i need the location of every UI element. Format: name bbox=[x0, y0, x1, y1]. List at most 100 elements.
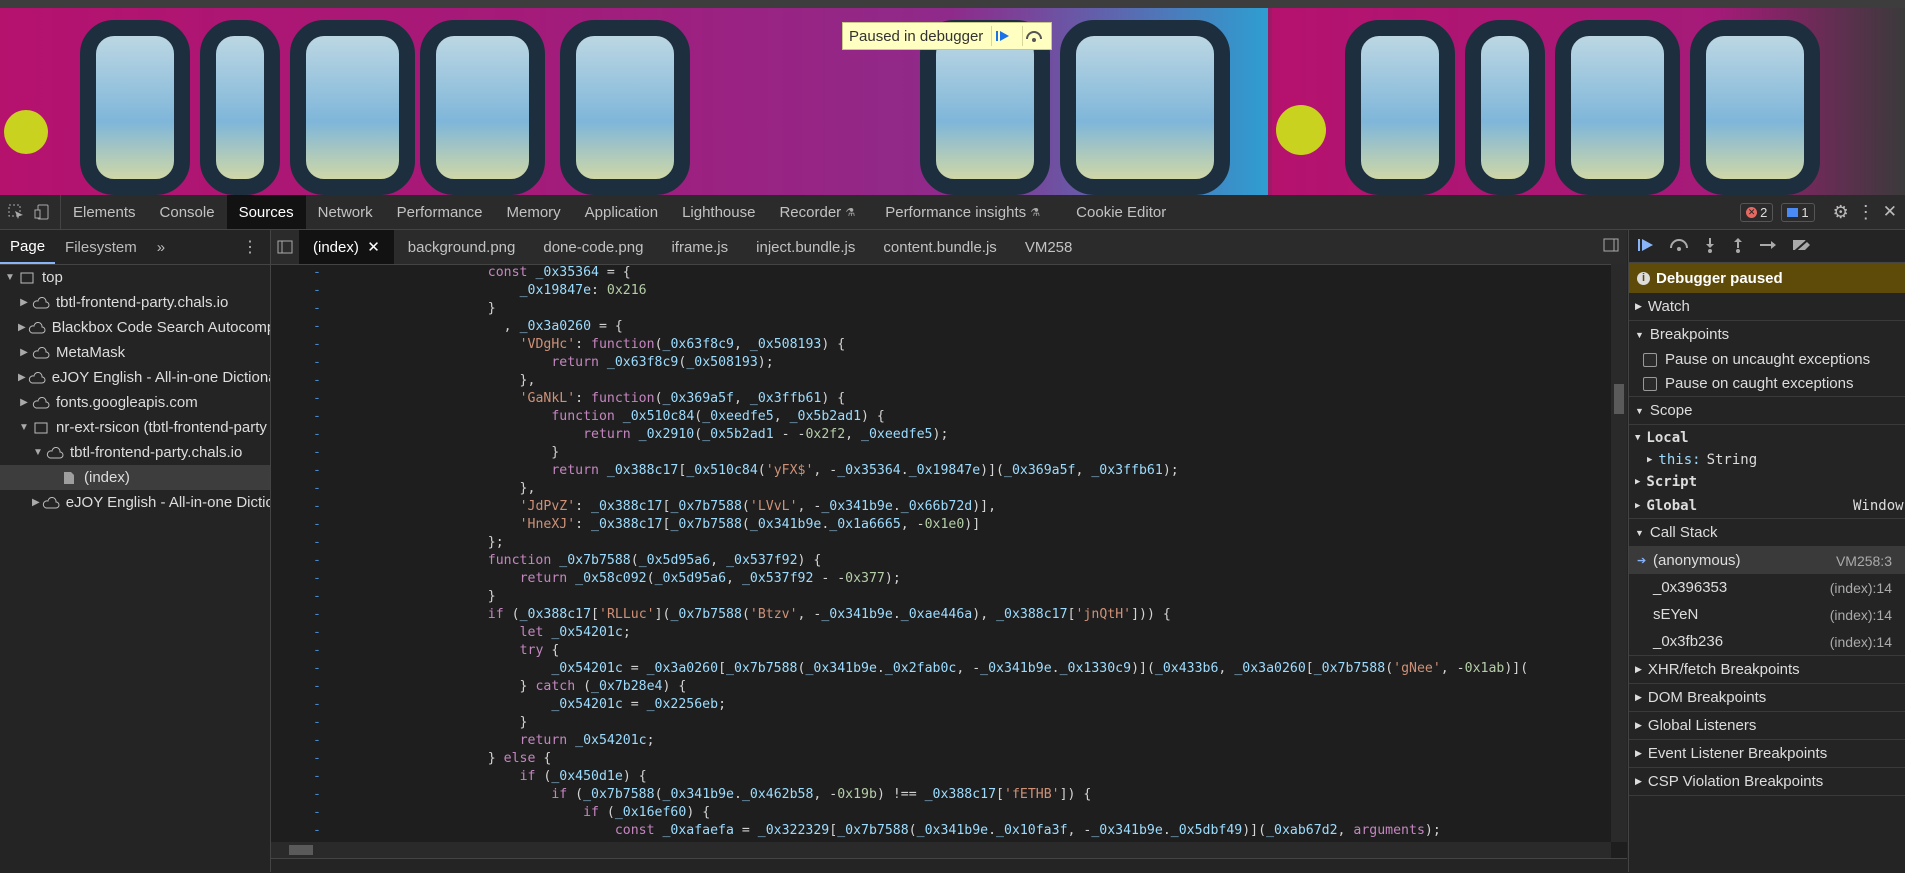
device-toolbar-icon[interactable] bbox=[28, 195, 61, 229]
line-gutter[interactable]: - bbox=[271, 462, 325, 480]
tree-item[interactable]: ▶ eJOY English - All-in-one Dictic bbox=[0, 490, 270, 515]
editor-tab-vm258[interactable]: VM258 bbox=[1011, 230, 1087, 264]
call-stack-section[interactable]: ▼ Call Stack bbox=[1629, 519, 1905, 547]
pause-uncaught-checkbox[interactable] bbox=[1643, 352, 1657, 367]
resume-icon[interactable] bbox=[1637, 237, 1655, 256]
code-line[interactable]: - return _0x54201c; bbox=[271, 732, 1611, 750]
close-tab-icon[interactable]: ✕ bbox=[367, 238, 380, 256]
line-gutter[interactable]: - bbox=[271, 822, 325, 840]
pause-uncaught-row[interactable]: Pause on uncaught exceptions bbox=[1629, 348, 1905, 371]
code-line[interactable]: - function _0x7b7588(_0x5d95a6, _0x537f9… bbox=[271, 552, 1611, 570]
more-options-icon[interactable]: ⋮ bbox=[1857, 202, 1875, 223]
messages-badge[interactable]: 1 bbox=[1781, 202, 1815, 222]
vertical-scrollbar[interactable] bbox=[1611, 264, 1627, 842]
code-line[interactable]: - } bbox=[271, 444, 1611, 462]
tab-recorder[interactable]: Recorder ⚗ bbox=[767, 195, 867, 229]
toggle-navigator-icon[interactable] bbox=[271, 240, 299, 254]
deactivate-breakpoints-icon[interactable] bbox=[1791, 236, 1813, 256]
line-gutter[interactable]: - bbox=[271, 498, 325, 516]
scrollbar-thumb[interactable] bbox=[289, 845, 313, 855]
code-line[interactable]: - return _0x388c17[_0x510c84('yFX$', -_0… bbox=[271, 462, 1611, 480]
horizontal-scrollbar[interactable] bbox=[271, 842, 1611, 858]
step-into-icon[interactable] bbox=[1703, 237, 1717, 256]
line-gutter[interactable]: - bbox=[271, 696, 325, 714]
code-line[interactable]: - _0x54201c = _0x2256eb; bbox=[271, 696, 1611, 714]
scope-script[interactable]: ▶ Script bbox=[1629, 471, 1905, 493]
line-gutter[interactable]: - bbox=[271, 264, 325, 282]
line-gutter[interactable]: - bbox=[271, 606, 325, 624]
editor-tab-content-bundle-js[interactable]: content.bundle.js bbox=[869, 230, 1010, 264]
code-line[interactable]: - function _0x510c84(_0xeedfe5, _0x5b2ad… bbox=[271, 408, 1611, 426]
line-gutter[interactable]: - bbox=[271, 300, 325, 318]
code-line[interactable]: - }; bbox=[271, 534, 1611, 552]
global-listeners-section[interactable]: ▶ Global Listeners bbox=[1629, 712, 1905, 740]
more-tabs-icon[interactable]: » bbox=[147, 230, 175, 264]
code-line[interactable]: - 'HneXJ': _0x388c17[_0x7b7588(_0x341b9e… bbox=[271, 516, 1611, 534]
code-line[interactable]: - const _0xafaefa = _0x322329[_0x7b7588(… bbox=[271, 822, 1611, 840]
scope-section[interactable]: ▼ Scope bbox=[1629, 397, 1905, 425]
code-line[interactable]: - , _0x3a0260 = { bbox=[271, 318, 1611, 336]
line-gutter[interactable]: - bbox=[271, 678, 325, 696]
tree-item[interactable]: ▼ tbtl-frontend-party.chals.io bbox=[0, 440, 270, 465]
pause-caught-checkbox[interactable] bbox=[1643, 376, 1657, 391]
code-line[interactable]: - }, bbox=[271, 372, 1611, 390]
step-over-button[interactable] bbox=[1022, 26, 1045, 46]
step-icon[interactable] bbox=[1759, 237, 1777, 256]
code-line[interactable]: - } catch (_0x7b28e4) { bbox=[271, 678, 1611, 696]
tree-item[interactable]: ▶ MetaMask bbox=[0, 340, 270, 365]
code-line[interactable]: - _0x54201c = _0x3a0260[_0x7b7588(_0x341… bbox=[271, 660, 1611, 678]
code-line[interactable]: - if (_0x16ef60) { bbox=[271, 804, 1611, 822]
call-frame[interactable]: sEYeN (index):14 bbox=[1629, 601, 1905, 628]
step-over-icon[interactable] bbox=[1669, 237, 1689, 256]
call-frame[interactable]: _0x3fb236 (index):14 bbox=[1629, 628, 1905, 655]
line-gutter[interactable]: - bbox=[271, 282, 325, 300]
code-line[interactable]: - return _0x58c092(_0x5d95a6, _0x537f92 … bbox=[271, 570, 1611, 588]
line-gutter[interactable]: - bbox=[271, 588, 325, 606]
tab-application[interactable]: Application bbox=[573, 195, 670, 229]
line-gutter[interactable]: - bbox=[271, 534, 325, 552]
editor-tab-done-code-png[interactable]: done-code.png bbox=[529, 230, 657, 264]
code-line[interactable]: - } else { bbox=[271, 750, 1611, 768]
resume-button[interactable] bbox=[991, 26, 1014, 46]
line-gutter[interactable]: - bbox=[271, 750, 325, 768]
editor-tab-index[interactable]: (index) ✕ bbox=[299, 230, 394, 264]
editor-tab-background-png[interactable]: background.png bbox=[394, 230, 530, 264]
tab-sources[interactable]: Sources bbox=[226, 195, 306, 229]
tab-network[interactable]: Network bbox=[306, 195, 385, 229]
code-line[interactable]: - } bbox=[271, 714, 1611, 732]
line-gutter[interactable]: - bbox=[271, 786, 325, 804]
tree-item[interactable]: ▶ eJOY English - All-in-one Dictiona bbox=[0, 365, 270, 390]
dom-breakpoints-section[interactable]: ▶ DOM Breakpoints bbox=[1629, 684, 1905, 712]
call-frame[interactable]: ➔ (anonymous) VM258:3 bbox=[1629, 547, 1905, 574]
tree-item[interactable]: ▶ Blackbox Code Search Autocomp bbox=[0, 315, 270, 340]
code-line[interactable]: - 'JdPvZ': _0x388c17[_0x7b7588('LVvL', -… bbox=[271, 498, 1611, 516]
step-out-icon[interactable] bbox=[1731, 237, 1745, 256]
code-line[interactable]: - return _0x63f8c9(_0x508193); bbox=[271, 354, 1611, 372]
line-gutter[interactable]: - bbox=[271, 354, 325, 372]
line-gutter[interactable]: - bbox=[271, 444, 325, 462]
errors-badge[interactable]: ✕ 2 bbox=[1740, 202, 1774, 222]
tab-memory[interactable]: Memory bbox=[495, 195, 573, 229]
code-line[interactable]: - }, bbox=[271, 480, 1611, 498]
event-listener-breakpoints-section[interactable]: ▶ Event Listener Breakpoints bbox=[1629, 740, 1905, 768]
tab-lighthouse[interactable]: Lighthouse bbox=[670, 195, 767, 229]
code-line[interactable]: - const _0x35364 = { bbox=[271, 264, 1611, 282]
code-line[interactable]: - if (_0x7b7588(_0x341b9e._0x462b58, -0x… bbox=[271, 786, 1611, 804]
code-line[interactable]: - let _0x54201c; bbox=[271, 624, 1611, 642]
tree-item[interactable]: ▼ nr-ext-rsicon (tbtl-frontend-party bbox=[0, 415, 270, 440]
tab-console[interactable]: Console bbox=[148, 195, 227, 229]
tree-item[interactable]: ▶ tbtl-frontend-party.chals.io bbox=[0, 290, 270, 315]
line-gutter[interactable]: - bbox=[271, 552, 325, 570]
code-line[interactable]: - 'VDgHc': function(_0x63f8c9, _0x508193… bbox=[271, 336, 1611, 354]
scrollbar-thumb[interactable] bbox=[1614, 384, 1624, 414]
line-gutter[interactable]: - bbox=[271, 732, 325, 750]
csp-violation-breakpoints-section[interactable]: ▶ CSP Violation Breakpoints bbox=[1629, 768, 1905, 796]
tree-item[interactable]: ▶ fonts.googleapis.com bbox=[0, 390, 270, 415]
navigator-menu-icon[interactable]: ⋮ bbox=[242, 237, 258, 257]
code-line[interactable]: - 'GaNkL': function(_0x369a5f, _0x3ffb61… bbox=[271, 390, 1611, 408]
tab-page[interactable]: Page bbox=[0, 230, 56, 264]
close-icon[interactable]: ✕ bbox=[1883, 202, 1897, 222]
code-line[interactable]: - if (_0x388c17['RLLuc'](_0x7b7588('Btzv… bbox=[271, 606, 1611, 624]
tab-elements[interactable]: Elements bbox=[61, 195, 148, 229]
line-gutter[interactable]: - bbox=[271, 714, 325, 732]
